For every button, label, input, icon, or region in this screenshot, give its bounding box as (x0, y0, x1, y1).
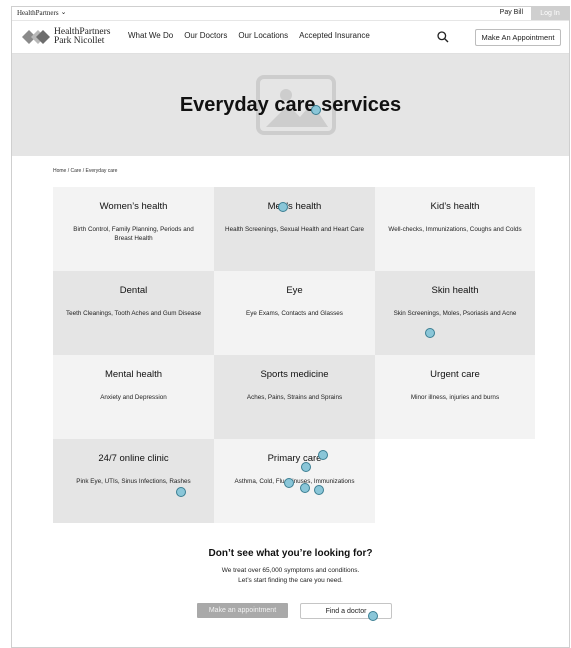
log-in-button[interactable]: Log In (531, 7, 569, 20)
service-title: 24/7 online clinic (98, 453, 169, 464)
chevron-down-icon: ⌄ (60, 7, 67, 16)
service-description: Minor illness, injuries and burns (410, 394, 500, 401)
service-card-primary-care[interactable]: Primary care Asthma, Cold, Flu, Sinuses,… (214, 439, 375, 523)
cursor-marker (278, 202, 288, 212)
page-title: Everyday care services (179, 94, 402, 116)
cta-line-2: Let’s start finding the care you need. (238, 577, 343, 584)
make-appointment-cta-button[interactable]: Make an appointment (197, 603, 288, 618)
service-title: Women’s health (99, 201, 168, 212)
service-description: Teeth Cleanings, Tooth Aches and Gum Dis… (66, 310, 201, 317)
service-title: Mental health (104, 369, 163, 380)
service-description: Health Screenings, Sexual Health and Hea… (225, 226, 364, 233)
breadcrumb[interactable]: Home / Care / Everyday care (53, 168, 117, 174)
cursor-marker (314, 485, 324, 495)
service-title: Men’s health (267, 201, 322, 212)
service-title: Urgent care (430, 369, 480, 380)
service-title: Kid’s health (430, 201, 480, 212)
cta-heading: Don’t see what you’re looking for? (208, 548, 373, 559)
main-nav: HealthPartners Park Nicollet What We Do … (12, 21, 569, 54)
service-card-mens-health[interactable]: Men’s health Health Screenings, Sexual H… (214, 187, 375, 271)
page-frame: HealthPartners ⌄ Pay Bill Log In HealthP… (11, 6, 570, 648)
cta-line-1: We treat over 65,000 symptoms and condit… (221, 567, 360, 574)
find-doctor-button[interactable]: Find a doctor (300, 603, 392, 619)
service-title: Sports medicine (260, 369, 329, 380)
services-grid: Women’s health Birth Control, Family Pla… (53, 187, 535, 523)
brand-menu[interactable]: HealthPartners ⌄ (17, 7, 67, 17)
service-title: Eye (286, 285, 303, 296)
pay-bill-link[interactable]: Pay Bill (500, 9, 523, 16)
service-card-sports-medicine[interactable]: Sports medicine Aches, Pains, Strains an… (214, 355, 375, 439)
service-description: Aches, Pains, Strains and Sprains (246, 394, 343, 401)
nav-our-locations[interactable]: Our Locations (238, 31, 288, 40)
cursor-marker (368, 611, 378, 621)
service-card-mental-health[interactable]: Mental health Anxiety and Depression (53, 355, 214, 439)
hero-banner: Everyday care services (12, 54, 569, 156)
cursor-marker (300, 483, 310, 493)
cursor-marker (284, 478, 294, 488)
service-description: Anxiety and Depression (100, 394, 167, 401)
service-card-online-clinic[interactable]: 24/7 online clinic Pink Eye, UTIs, Sinus… (53, 439, 214, 523)
search-icon[interactable] (436, 30, 450, 44)
nav-accepted-insurance[interactable]: Accepted Insurance (299, 31, 370, 40)
cursor-marker (425, 328, 435, 338)
logo-line-2: Park Nicollet (54, 36, 105, 46)
service-card-dental[interactable]: Dental Teeth Cleanings, Tooth Aches and … (53, 271, 214, 355)
cursor-marker (301, 462, 311, 472)
cursor-marker (311, 105, 321, 115)
service-description: Well-checks, Immunizations, Coughs and C… (388, 226, 522, 233)
service-description: Birth Control, Family Planning, Periods … (73, 226, 194, 242)
service-title: Dental (119, 285, 148, 296)
nav-what-we-do[interactable]: What We Do (128, 31, 173, 40)
service-card-eye[interactable]: Eye Eye Exams, Contacts and Glasses (214, 271, 375, 355)
service-description: Pink Eye, UTIs, Sinus Infections, Rashes (76, 478, 191, 485)
logo-text[interactable]: HealthPartners Park Nicollet (54, 27, 110, 46)
service-card-skin-health[interactable]: Skin health Skin Screenings, Moles, Psor… (375, 271, 535, 355)
nav-our-doctors[interactable]: Our Doctors (184, 31, 227, 40)
service-description: Skin Screenings, Moles, Psoriasis and Ac… (393, 310, 517, 317)
service-title: Primary care (267, 453, 322, 464)
service-card-womens-health[interactable]: Women’s health Birth Control, Family Pla… (53, 187, 214, 271)
empty-grid-cell (375, 439, 535, 523)
logo-icon[interactable] (22, 29, 50, 45)
brand-menu-label: HealthPartners (17, 9, 59, 17)
cursor-marker (176, 487, 186, 497)
service-description: Eye Exams, Contacts and Glasses (246, 310, 343, 317)
service-description: Asthma, Cold, Flu, Sinuses, Immunization… (234, 478, 355, 485)
service-card-kids-health[interactable]: Kid’s health Well-checks, Immunizations,… (375, 187, 535, 271)
make-appointment-button[interactable]: Make An Appointment (475, 29, 561, 46)
utility-bar: HealthPartners ⌄ Pay Bill Log In (12, 7, 569, 21)
service-card-urgent-care[interactable]: Urgent care Minor illness, injuries and … (375, 355, 535, 439)
service-title: Skin health (431, 285, 479, 296)
cursor-marker (318, 450, 328, 460)
nav-links: What We Do Our Doctors Our Locations Acc… (128, 31, 370, 40)
